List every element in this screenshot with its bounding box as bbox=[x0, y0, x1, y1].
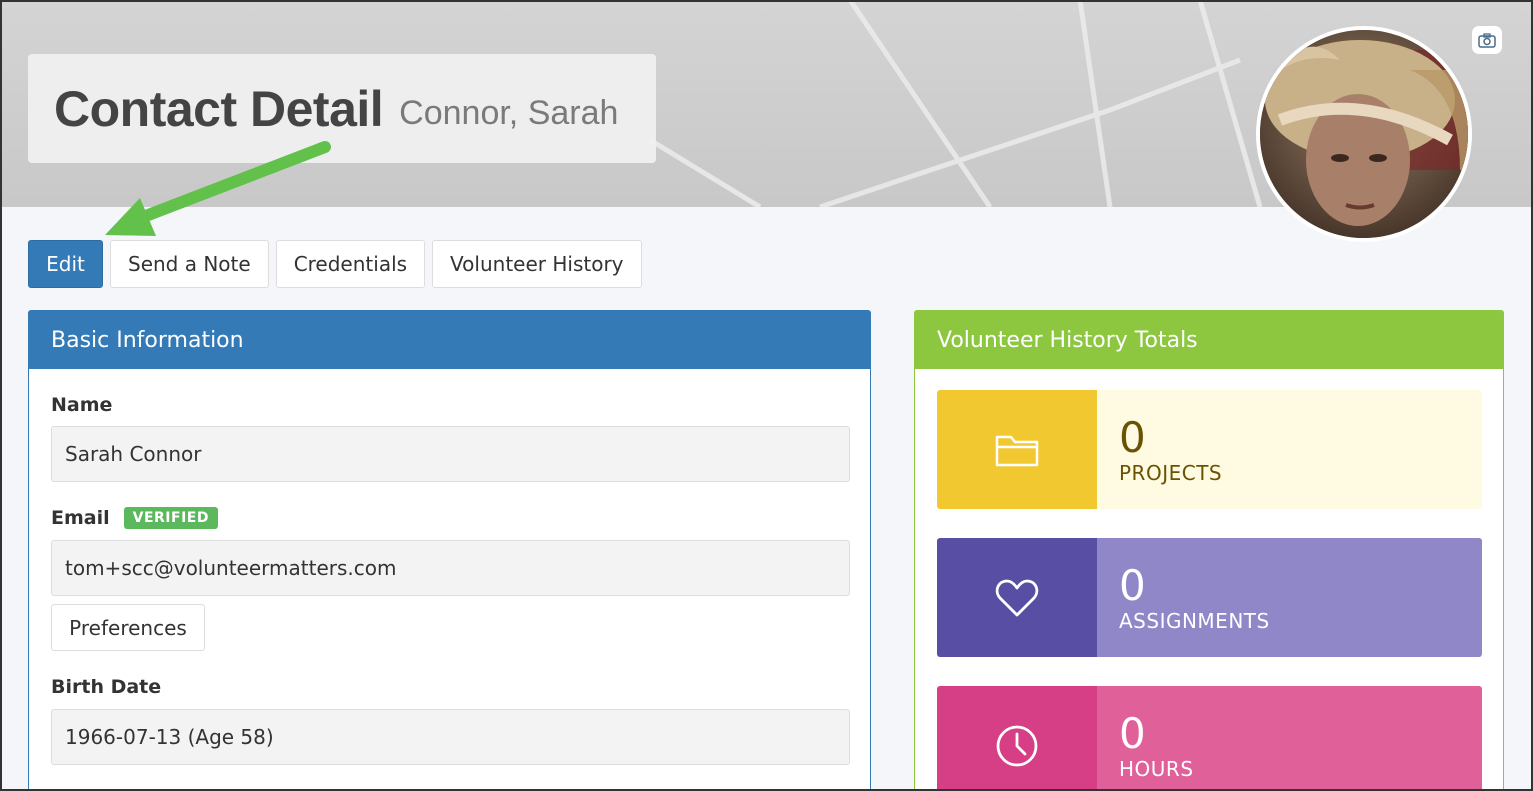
basic-information-panel: Basic Information Name Sarah Connor Emai… bbox=[28, 310, 871, 791]
email-field: tom+scc@volunteermatters.com bbox=[51, 540, 850, 596]
annotation-arrow bbox=[105, 141, 331, 236]
hours-stat[interactable]: 0 HOURS bbox=[937, 686, 1482, 791]
projects-icon-box bbox=[937, 390, 1097, 509]
page-title: Contact Detail bbox=[54, 80, 384, 137]
birth-date-field: 1966-07-13 (Age 58) bbox=[51, 709, 850, 765]
change-photo-button[interactable] bbox=[1472, 26, 1502, 54]
camera-icon bbox=[1478, 32, 1496, 48]
assignments-label: ASSIGNMENTS bbox=[1119, 608, 1270, 633]
hours-count: 0 bbox=[1119, 708, 1146, 758]
verified-badge: VERIFIED bbox=[123, 507, 218, 529]
projects-stat[interactable]: 0 PROJECTS bbox=[937, 390, 1482, 509]
hours-icon-box bbox=[937, 686, 1097, 791]
basic-information-heading: Basic Information bbox=[29, 311, 870, 369]
name-field: Sarah Connor bbox=[51, 426, 850, 482]
email-label-row: Email VERIFIED bbox=[51, 507, 218, 529]
preferences-button[interactable]: Preferences bbox=[51, 604, 205, 651]
hours-text: 0 HOURS bbox=[1097, 686, 1482, 791]
projects-text: 0 PROJECTS bbox=[1097, 390, 1482, 509]
contact-name-subtitle: Connor, Sarah bbox=[399, 94, 619, 132]
clock-icon bbox=[996, 725, 1038, 766]
name-label: Name bbox=[51, 394, 113, 416]
email-label: Email bbox=[51, 507, 110, 529]
assignments-count: 0 bbox=[1119, 560, 1146, 610]
assignments-text: 0 ASSIGNMENTS bbox=[1097, 538, 1482, 657]
folder-icon bbox=[995, 435, 1039, 466]
assignments-icon-box bbox=[937, 538, 1097, 657]
assignments-stat[interactable]: 0 ASSIGNMENTS bbox=[937, 538, 1482, 657]
volunteer-totals-heading: Volunteer History Totals bbox=[915, 311, 1503, 369]
volunteer-history-button[interactable]: Volunteer History bbox=[432, 240, 642, 288]
birth-date-label: Birth Date bbox=[51, 676, 162, 698]
hours-label: HOURS bbox=[1119, 756, 1194, 781]
projects-label: PROJECTS bbox=[1119, 460, 1223, 485]
avatar[interactable] bbox=[1256, 26, 1472, 242]
volunteer-totals-panel: Volunteer History Totals 0 PROJECTS 0 AS… bbox=[914, 310, 1504, 791]
projects-count: 0 bbox=[1119, 412, 1146, 462]
avatar-photo bbox=[1260, 30, 1468, 238]
heart-icon bbox=[995, 579, 1039, 616]
